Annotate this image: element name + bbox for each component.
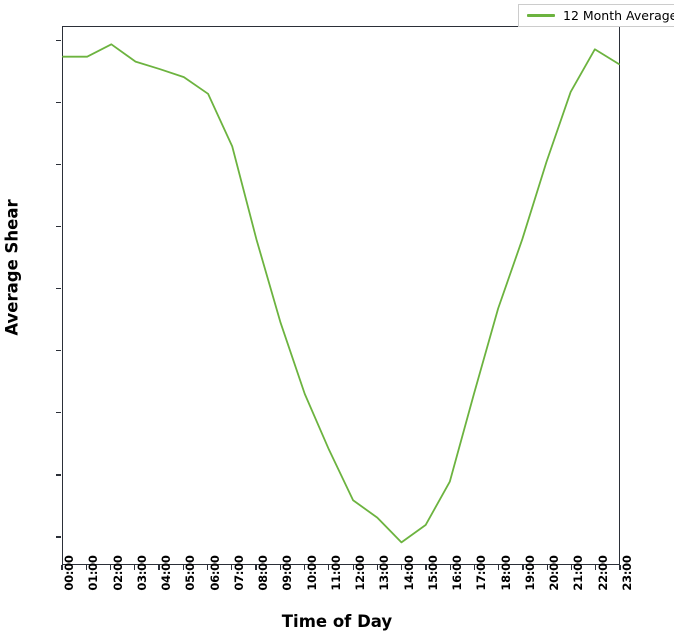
y-tick-mark [56, 474, 61, 476]
x-tick-label: 00:00 [62, 555, 76, 591]
x-tick-label: 02:00 [110, 555, 125, 591]
y-tick-mark [56, 225, 61, 228]
x-tick-label: 05:00 [183, 555, 198, 591]
x-tick-label: 20:00 [547, 555, 562, 591]
x-tick-label: 13:00 [377, 555, 392, 591]
x-tick-label: 12:00 [353, 555, 368, 591]
y-tick-mark [56, 101, 61, 103]
legend-color-swatch [527, 14, 555, 17]
x-tick-label: 14:00 [401, 555, 416, 591]
x-tick-label: 23:00 [620, 555, 634, 591]
x-tick-label: 10:00 [304, 555, 319, 591]
x-axis-title: Time of Day [281, 612, 393, 631]
x-tick-label: 19:00 [522, 555, 537, 591]
series-line-group [62, 43, 620, 544]
x-tick-label: 18:00 [498, 555, 513, 591]
x-tick-label: 22:00 [595, 555, 610, 591]
x-tick-label: 17:00 [474, 555, 489, 591]
legend: 12 Month Average [518, 4, 674, 27]
plot-area [62, 26, 620, 565]
x-tick-label: 03:00 [134, 555, 149, 591]
x-tick-label: 06:00 [207, 555, 222, 591]
legend-entry-12-month-average: 12 Month Average [527, 8, 674, 23]
x-tick-label: 07:00 [231, 555, 246, 591]
chart-figure: 0.100.110.120.130.140.150.160.170.18 00:… [0, 0, 674, 644]
y-tick-mark [56, 412, 61, 414]
x-tick-label: 08:00 [256, 555, 271, 591]
x-tick-label: 15:00 [425, 555, 440, 591]
x-tick-label: 16:00 [450, 555, 465, 591]
y-tick-mark [56, 163, 61, 166]
x-tick-label: 04:00 [159, 555, 174, 591]
legend-label: 12 Month Average [563, 8, 674, 23]
x-tick-label: 11:00 [328, 555, 343, 591]
y-tick-mark [56, 288, 61, 290]
y-tick-mark [56, 350, 61, 352]
series-line-12-month-average [62, 43, 620, 544]
y-tick-mark [56, 536, 61, 538]
x-tick-label: 09:00 [280, 555, 295, 591]
y-tick-mark [56, 39, 61, 41]
y-axis-title: Average Shear [2, 199, 22, 336]
x-tick-label: 21:00 [571, 555, 586, 591]
x-tick-label: 01:00 [86, 555, 101, 591]
